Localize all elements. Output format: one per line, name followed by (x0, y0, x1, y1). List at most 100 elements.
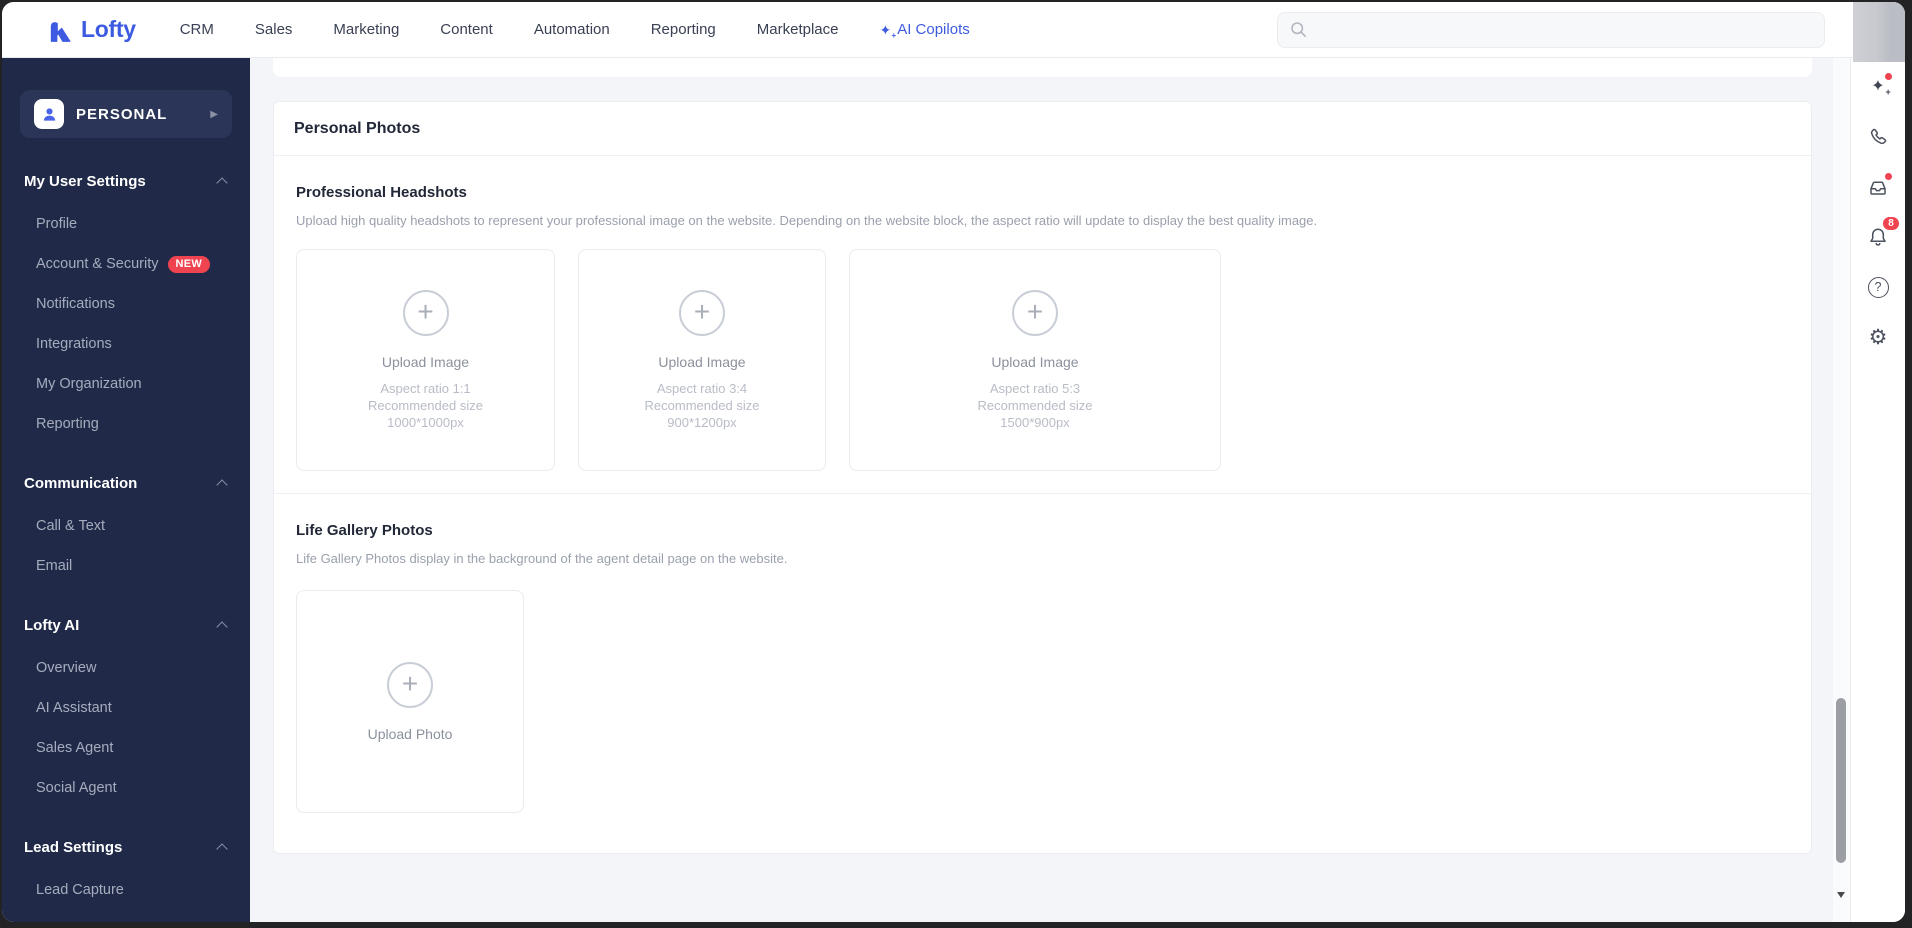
upload-meta: Aspect ratio 1:1 Recommended size 1000*1… (368, 380, 483, 430)
sidebar-item-ai-assistant[interactable]: AI Assistant (2, 688, 250, 728)
new-badge: NEW (167, 255, 211, 273)
sidebar-item-label: Reporting (36, 416, 99, 432)
sidebar-item-label: Profile (36, 216, 78, 232)
phone-icon (1870, 128, 1887, 145)
sidebar-item-email[interactable]: Email (2, 546, 250, 586)
primary-nav: CRM Sales Marketing Content Automation R… (180, 21, 970, 39)
ai-copilots-label: AI Copilots (897, 21, 970, 38)
life-gallery-section: Life Gallery Photos Life Gallery Photos … (274, 494, 1811, 835)
ai-copilot-rail-button[interactable]: ✦ + (1865, 72, 1893, 100)
sidebar-header-lead-settings[interactable]: Lead Settings (2, 824, 250, 870)
section-description: Life Gallery Photos display in the backg… (296, 551, 788, 566)
main-scrollbar-thumb[interactable] (1836, 698, 1846, 863)
nav-item-marketing[interactable]: Marketing (333, 21, 399, 38)
global-search[interactable] (1277, 11, 1825, 48)
section-title: Professional Headshots (296, 184, 467, 201)
professional-headshots-section: Professional Headshots Upload high quali… (274, 156, 1811, 494)
upload-meta: Aspect ratio 3:4 Recommended size 900*12… (644, 380, 760, 430)
upload-meta: Aspect ratio 5:3 Recommended size 1500*9… (977, 380, 1093, 430)
upload-image-box-3-4[interactable]: + Upload Image Aspect ratio 3:4 Recommen… (578, 249, 826, 471)
logo-text: Lofty (81, 16, 136, 42)
nav-item-crm[interactable]: CRM (180, 21, 214, 38)
app-window: Lofty CRM Sales Marketing Content Automa… (2, 2, 1905, 922)
settings-rail-button[interactable]: ⚙ (1865, 324, 1891, 350)
previous-card-bottom-edge (273, 58, 1812, 77)
chevron-up-icon (216, 843, 228, 855)
section-title: Life Gallery Photos (296, 522, 433, 539)
global-search-input[interactable] (1315, 21, 1812, 38)
sidebar-section-lead-settings: Lead Settings Lead Capture Lead Routing (2, 824, 250, 922)
sidebar-item-account-security[interactable]: Account & Security NEW (2, 244, 250, 284)
sidebar-item-overview[interactable]: Overview (2, 648, 250, 688)
upload-label: Upload Image (658, 353, 746, 370)
chevron-right-icon: ▶ (210, 108, 218, 120)
nav-item-sales[interactable]: Sales (255, 21, 293, 38)
settings-sidebar: PERSONAL ▶ My User Settings Profile Acco… (2, 58, 250, 922)
sidebar-item-label: Sales Agent (36, 740, 114, 756)
nav-item-ai-copilots[interactable]: ✦ + AI Copilots (879, 21, 970, 39)
sidebar-item-label: Notifications (36, 296, 115, 312)
top-navigation-bar: Lofty CRM Sales Marketing Content Automa… (2, 2, 1905, 58)
nav-item-reporting[interactable]: Reporting (651, 21, 716, 38)
inbox-rail-button[interactable] (1865, 172, 1893, 200)
sidebar-item-label: Account & Security (36, 256, 159, 272)
help-rail-button[interactable]: ? (1865, 274, 1891, 300)
plus-icon: + (679, 289, 725, 336)
lofty-logo-icon (50, 21, 71, 42)
sidebar-item-sales-agent[interactable]: Sales Agent (2, 728, 250, 768)
search-icon (1291, 22, 1306, 37)
sidebar-header-lofty-ai[interactable]: Lofty AI (2, 602, 250, 648)
sidebar-header-my-user-settings[interactable]: My User Settings (2, 158, 250, 204)
nav-item-marketplace[interactable]: Marketplace (757, 21, 839, 38)
sidebar-item-label: Overview (36, 660, 97, 676)
upload-label: Upload Image (381, 353, 470, 370)
plus-icon: + (1012, 289, 1058, 336)
sidebar-item-label: Integrations (36, 336, 112, 352)
notification-dot (1884, 172, 1893, 181)
sparkle-icon: ✦ + (1871, 78, 1891, 97)
sidebar-item-lead-capture[interactable]: Lead Capture (2, 870, 250, 910)
sidebar-item-label: Lead Capture (36, 882, 124, 898)
chevron-up-icon (216, 177, 228, 189)
gear-icon: ⚙ (1868, 324, 1888, 349)
right-utility-rail: ✦ + 8 ? ⚙ (1850, 58, 1905, 922)
chevron-up-icon (216, 621, 228, 633)
sidebar-item-reporting[interactable]: Reporting (2, 404, 250, 444)
main-scrollbar-track[interactable] (1833, 58, 1850, 922)
sidebar-item-notifications[interactable]: Notifications (2, 284, 250, 324)
chevron-up-icon (216, 479, 228, 491)
phone-rail-button[interactable] (1865, 124, 1891, 150)
sidebar-item-my-organization[interactable]: My Organization (2, 364, 250, 404)
page-title: Personal Photos (294, 119, 421, 137)
top-right-overlay (1853, 2, 1905, 62)
sidebar-item-integrations[interactable]: Integrations (2, 324, 250, 364)
notification-dot (1884, 72, 1893, 81)
plus-icon: + (387, 661, 433, 708)
upload-photo-box[interactable]: + Upload Photo (296, 590, 524, 813)
user-avatar-icon (34, 99, 64, 129)
sidebar-item-social-agent[interactable]: Social Agent (2, 768, 250, 808)
nav-item-automation[interactable]: Automation (534, 21, 610, 38)
sidebar-item-label: Email (36, 558, 73, 574)
headshot-upload-row: + Upload Image Aspect ratio 1:1 Recommen… (296, 249, 1791, 471)
scrollbar-down-arrow[interactable] (1837, 892, 1845, 898)
lofty-logo[interactable]: Lofty (46, 16, 136, 44)
sidebar-item-label: My Organization (36, 376, 142, 392)
sidebar-item-profile[interactable]: Profile (2, 204, 250, 244)
upload-image-box-1-1[interactable]: + Upload Image Aspect ratio 1:1 Recommen… (296, 249, 555, 471)
upload-image-box-5-3[interactable]: + Upload Image Aspect ratio 5:3 Recommen… (849, 249, 1221, 471)
plus-icon: + (402, 289, 449, 336)
sidebar-item-lead-routing[interactable]: Lead Routing (2, 910, 250, 922)
sidebar-item-label: Social Agent (36, 780, 117, 796)
main-content: Personal Photos Professional Headshots U… (250, 58, 1833, 922)
workspace-switcher[interactable]: PERSONAL ▶ (20, 90, 232, 138)
nav-item-content[interactable]: Content (440, 21, 493, 38)
upload-label: Upload Photo (367, 725, 453, 742)
sidebar-item-call-text[interactable]: Call & Text (2, 506, 250, 546)
notifications-rail-button[interactable]: 8 (1865, 216, 1900, 250)
sidebar-header-communication[interactable]: Communication (2, 460, 250, 506)
upload-label: Upload Image (991, 353, 1079, 370)
sidebar-item-label: AI Assistant (36, 700, 112, 716)
sidebar-item-label: Call & Text (36, 518, 106, 534)
notification-count-badge: 8 (1882, 216, 1900, 231)
